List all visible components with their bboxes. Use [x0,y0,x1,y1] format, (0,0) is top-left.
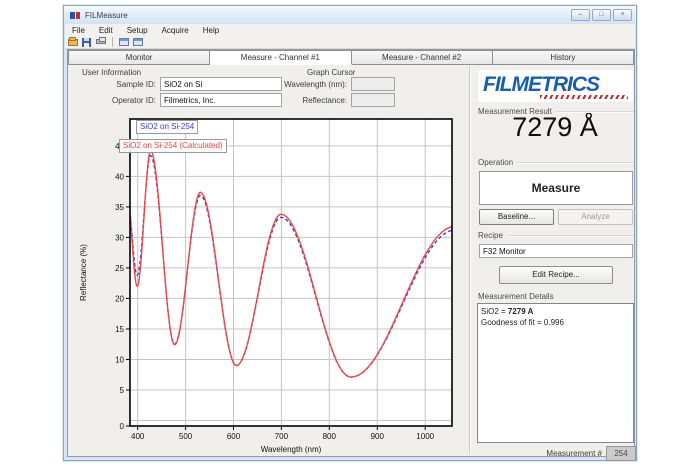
measurement-number-field [606,446,636,461]
menu-edit[interactable]: Edit [92,26,120,35]
menu-setup[interactable]: Setup [120,26,155,35]
menu-acquire[interactable]: Acquire [155,26,196,35]
svg-text:25: 25 [115,264,124,273]
tab-measure-channel-2[interactable]: Measure - Channel #2 [352,50,493,65]
window-title: FILMeasure [85,11,128,20]
baseline-button[interactable]: Baseline... [479,209,554,225]
menu-bar: File Edit Setup Acquire Help [65,24,635,36]
tab-strip: Monitor Measure - Channel #1 Measure - C… [68,50,634,65]
filmeasure-window: FILMeasure – □ × File Edit Setup Acquire… [63,5,637,461]
export-icon[interactable] [119,37,130,48]
svg-text:500: 500 [179,432,193,441]
svg-text:800: 800 [323,432,337,441]
legend-measured: SiO2 on Si-254 [136,120,198,134]
cursor-wavelength-field [351,77,395,91]
tab-history[interactable]: History [493,50,634,65]
svg-text:1000: 1000 [416,432,434,441]
details-line-2: Goodness of fit = 0.996 [481,317,630,328]
close-button[interactable]: × [613,9,632,21]
print-icon[interactable] [96,37,107,48]
filmetrics-logo-text: FILMETRICS [483,73,599,97]
svg-text:15: 15 [115,325,124,334]
svg-text:10: 10 [115,356,124,365]
measurement-details-box[interactable]: SiO2 = 7279 A Goodness of fit = 0.996 [477,303,634,443]
open-icon[interactable] [68,37,79,48]
tab-monitor[interactable]: Monitor [68,50,210,65]
filmetrics-logo: FILMETRICS [478,70,633,102]
logo-hatch-accent [540,95,628,99]
app-icon [70,11,81,20]
cursor-wavelength-label: Wavelength (nm): [273,80,347,89]
measurement-result-title: Measurement Result [478,107,556,116]
legend-calculated: SiO2 on Si-254 (Calculated) [119,139,227,153]
svg-text:0: 0 [120,422,125,431]
cursor-reflectance-label: Reflectance: [273,96,347,105]
svg-text:700: 700 [275,432,289,441]
operator-id-label: Operator ID: [88,96,156,105]
minimize-button[interactable]: – [571,9,590,21]
panel-divider [469,66,470,454]
svg-text:30: 30 [115,233,124,242]
svg-text:20: 20 [115,294,124,303]
details-line-1: SiO2 = 7279 A [481,306,630,317]
svg-text:400: 400 [131,432,145,441]
client-area: Monitor Measure - Channel #1 Measure - C… [67,49,635,457]
menu-file[interactable]: File [65,26,92,35]
measurement-details-title: Measurement Details [478,292,558,301]
graph-cursor-title: Graph Cursor [307,68,355,77]
svg-text:Wavelength (nm): Wavelength (nm) [261,445,322,454]
toolbar-separator [112,37,113,47]
svg-text:35: 35 [115,203,124,212]
edit-recipe-button[interactable]: Edit Recipe... [499,266,613,284]
analyze-button[interactable]: Analyze [558,209,633,225]
svg-text:40: 40 [115,172,124,181]
measure-button[interactable]: Measure [479,171,633,205]
svg-text:900: 900 [371,432,385,441]
svg-text:Reflectance (%): Reflectance (%) [79,244,88,301]
copy-icon[interactable] [133,37,144,48]
user-information-title: User Information [82,68,141,77]
sample-id-label: Sample ID: [88,80,156,89]
svg-text:5: 5 [120,386,125,395]
recipe-input[interactable] [479,244,633,258]
recipe-title: Recipe [478,231,507,240]
title-bar[interactable]: FILMeasure – □ × [64,6,636,24]
svg-text:600: 600 [227,432,241,441]
screenshot: FILMeasure – □ × File Edit Setup Acquire… [0,0,700,466]
operation-title: Operation [478,158,517,167]
reflectance-chart[interactable]: 4005006007008009001000051015202530354045… [68,105,468,457]
save-icon[interactable] [82,37,93,48]
measurement-number-label: Measurement # [498,449,602,458]
toolbar [65,36,635,49]
sample-id-input[interactable] [160,77,282,91]
tab-measure-channel-1[interactable]: Measure - Channel #1 [210,50,351,65]
menu-help[interactable]: Help [196,26,226,35]
measurement-result-value: 7279 Å [476,112,634,143]
maximize-button[interactable]: □ [592,9,611,21]
